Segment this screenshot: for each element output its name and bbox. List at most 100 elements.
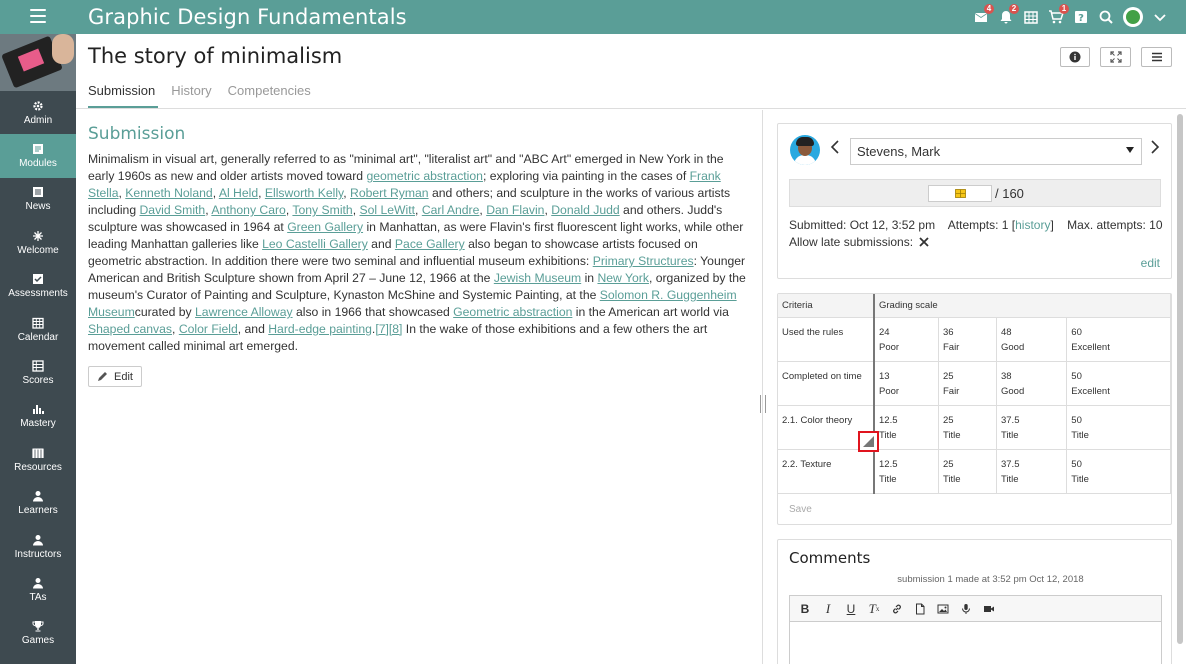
document-icon[interactable] <box>913 602 927 616</box>
sidebar-item-tas[interactable]: TAs <box>0 568 76 611</box>
calendar-grid-icon[interactable] <box>1023 9 1039 25</box>
link-robert-ryman[interactable]: Robert Ryman <box>350 186 429 200</box>
underline-icon[interactable]: U <box>844 602 858 616</box>
microphone-icon[interactable] <box>959 602 973 616</box>
link-leo-castelli-gallery[interactable]: Leo Castelli Gallery <box>262 237 368 251</box>
score-input[interactable] <box>928 185 992 202</box>
link-shaped-canvas[interactable]: Shaped canvas <box>88 322 172 336</box>
link-geometric-abstraction-2[interactable]: Geometric abstraction <box>453 305 572 319</box>
rubric-level-cell[interactable]: 12.5 Title <box>872 405 939 450</box>
tab-submission[interactable]: Submission <box>88 83 155 98</box>
rubric-level-cell[interactable]: 37.5 Title <box>996 405 1068 450</box>
rubric-level-cell[interactable]: 13 Poor <box>872 361 939 406</box>
splitter-handle[interactable] <box>760 395 766 413</box>
link-new-york[interactable]: New York <box>597 271 649 285</box>
sidebar-item-label: Resources <box>14 461 62 473</box>
options-button[interactable] <box>1141 47 1172 67</box>
link-dan-flavin[interactable]: Dan Flavin <box>486 203 544 217</box>
bell-icon[interactable]: 2 <box>998 4 1019 25</box>
sidebar-item-modules[interactable]: Modules <box>0 134 76 178</box>
link-hard-edge-painting[interactable]: Hard-edge painting <box>268 322 372 336</box>
rubric-level-cell[interactable]: 25 Title <box>938 405 997 450</box>
save-button[interactable]: Save <box>789 504 812 515</box>
image-icon[interactable] <box>936 602 950 616</box>
sidebar-item-instructors[interactable]: Instructors <box>0 525 76 568</box>
link-sol-lewitt[interactable]: Sol LeWitt <box>359 203 415 217</box>
italic-icon[interactable]: I <box>821 601 835 616</box>
link-ellsworth-kelly[interactable]: Ellsworth Kelly <box>265 186 343 200</box>
link-citations[interactable]: [7][8] <box>375 322 402 336</box>
rubric-level-cell[interactable]: 25 Title <box>938 449 997 494</box>
next-student-chevron-icon[interactable] <box>1150 140 1160 159</box>
rubric-level-cell[interactable]: 60 Excellent <box>1066 317 1171 362</box>
sidebar-item-scores[interactable]: Scores <box>0 351 76 394</box>
rubric-level-cell[interactable]: 50 Title <box>1066 405 1171 450</box>
link-kenneth-noland[interactable]: Kenneth Noland <box>125 186 212 200</box>
edit-link[interactable]: edit <box>1141 256 1160 270</box>
editor-toolbar: B I U Tx <box>790 596 1161 622</box>
history-link[interactable]: history <box>1015 218 1050 232</box>
level-label: Poor <box>879 385 900 397</box>
link-lawrence-alloway[interactable]: Lawrence Alloway <box>195 305 293 319</box>
bold-icon[interactable]: B <box>798 602 812 616</box>
rubric-level-cell[interactable]: 25 Fair <box>938 361 997 406</box>
info-button[interactable] <box>1060 47 1090 67</box>
help-icon[interactable]: ? <box>1073 9 1089 25</box>
link-david-smith[interactable]: David Smith <box>140 203 206 217</box>
edit-button[interactable]: Edit <box>88 366 142 387</box>
cart-icon[interactable]: 1 <box>1048 4 1069 25</box>
rubric-level-cell[interactable]: 50 Title <box>1066 449 1171 494</box>
rubric-level-cell[interactable]: 50 Excellent <box>1066 361 1171 406</box>
chevron-down-icon[interactable] <box>1152 9 1168 25</box>
welcome-icon <box>33 230 43 241</box>
tab-competencies[interactable]: Competencies <box>228 83 311 98</box>
criteria-header: Criteria <box>778 294 875 318</box>
search-icon[interactable] <box>1098 9 1114 25</box>
link-tony-smith[interactable]: Tony Smith <box>292 203 352 217</box>
rubric-level-cell[interactable]: 37.5 Title <box>996 449 1068 494</box>
sidebar-item-welcome[interactable]: Welcome <box>0 221 76 264</box>
max-attempts: Max. attempts: 10 <box>1067 218 1163 232</box>
link-color-field[interactable]: Color Field <box>179 322 238 336</box>
link-green-gallery[interactable]: Green Gallery <box>287 220 363 234</box>
link-al-held[interactable]: Al Held <box>219 186 258 200</box>
rubric-level-cell[interactable]: 12.5 Title <box>872 449 939 494</box>
sidebar-item-mastery[interactable]: Mastery <box>0 395 76 438</box>
scrollbar[interactable] <box>1177 114 1183 644</box>
sidebar-item-label: Mastery <box>20 418 56 430</box>
link-pace-gallery[interactable]: Pace Gallery <box>395 237 465 251</box>
sidebar-item-games[interactable]: Games <box>0 612 76 655</box>
link-carl-andre[interactable]: Carl Andre <box>422 203 480 217</box>
student-select[interactable]: Stevens, Mark <box>850 138 1142 165</box>
rubric-level-cell[interactable]: 38 Good <box>996 361 1068 406</box>
link-primary-structures[interactable]: Primary Structures <box>593 254 694 268</box>
rubric-level-cell[interactable]: 36 Fair <box>938 317 997 362</box>
rubric-level-cell[interactable]: 48 Good <box>996 317 1068 362</box>
tab-history[interactable]: History <box>171 83 211 98</box>
link-donald-judd[interactable]: Donald Judd <box>551 203 619 217</box>
sidebar-item-admin[interactable]: Admin <box>0 91 76 134</box>
prev-student-chevron-icon[interactable] <box>830 140 840 159</box>
gear-icon <box>33 101 43 111</box>
sidebar-item-assessments[interactable]: Assessments <box>0 265 76 308</box>
sidebar-item-news[interactable]: News <box>0 178 76 221</box>
fullscreen-button[interactable] <box>1100 47 1131 67</box>
link-icon[interactable] <box>890 602 904 616</box>
sidebar-item-resources[interactable]: Resources <box>0 438 76 481</box>
clear-format-icon[interactable]: Tx <box>867 601 881 616</box>
sidebar-item-calendar[interactable]: Calendar <box>0 308 76 351</box>
inbox-icon[interactable]: 4 <box>973 4 994 25</box>
user-avatar[interactable] <box>1123 7 1143 27</box>
column-resize-handle[interactable] <box>858 431 879 452</box>
resources-icon <box>32 448 44 458</box>
link-anthony-caro[interactable]: Anthony Caro <box>211 203 286 217</box>
link-jewish-museum[interactable]: Jewish Museum <box>494 271 581 285</box>
link-geometric-abstraction[interactable]: geometric abstraction <box>366 169 483 183</box>
sidebar-item-learners[interactable]: Learners <box>0 482 76 525</box>
link-guggenheim[interactable]: Solomon R. Guggenheim Museum <box>88 288 737 319</box>
rubric-level-cell[interactable]: 24 Poor <box>872 317 939 362</box>
course-thumbnail[interactable] <box>0 34 76 91</box>
video-icon[interactable] <box>982 602 996 616</box>
menu-icon[interactable] <box>30 9 46 23</box>
close-icon[interactable] <box>919 237 930 247</box>
